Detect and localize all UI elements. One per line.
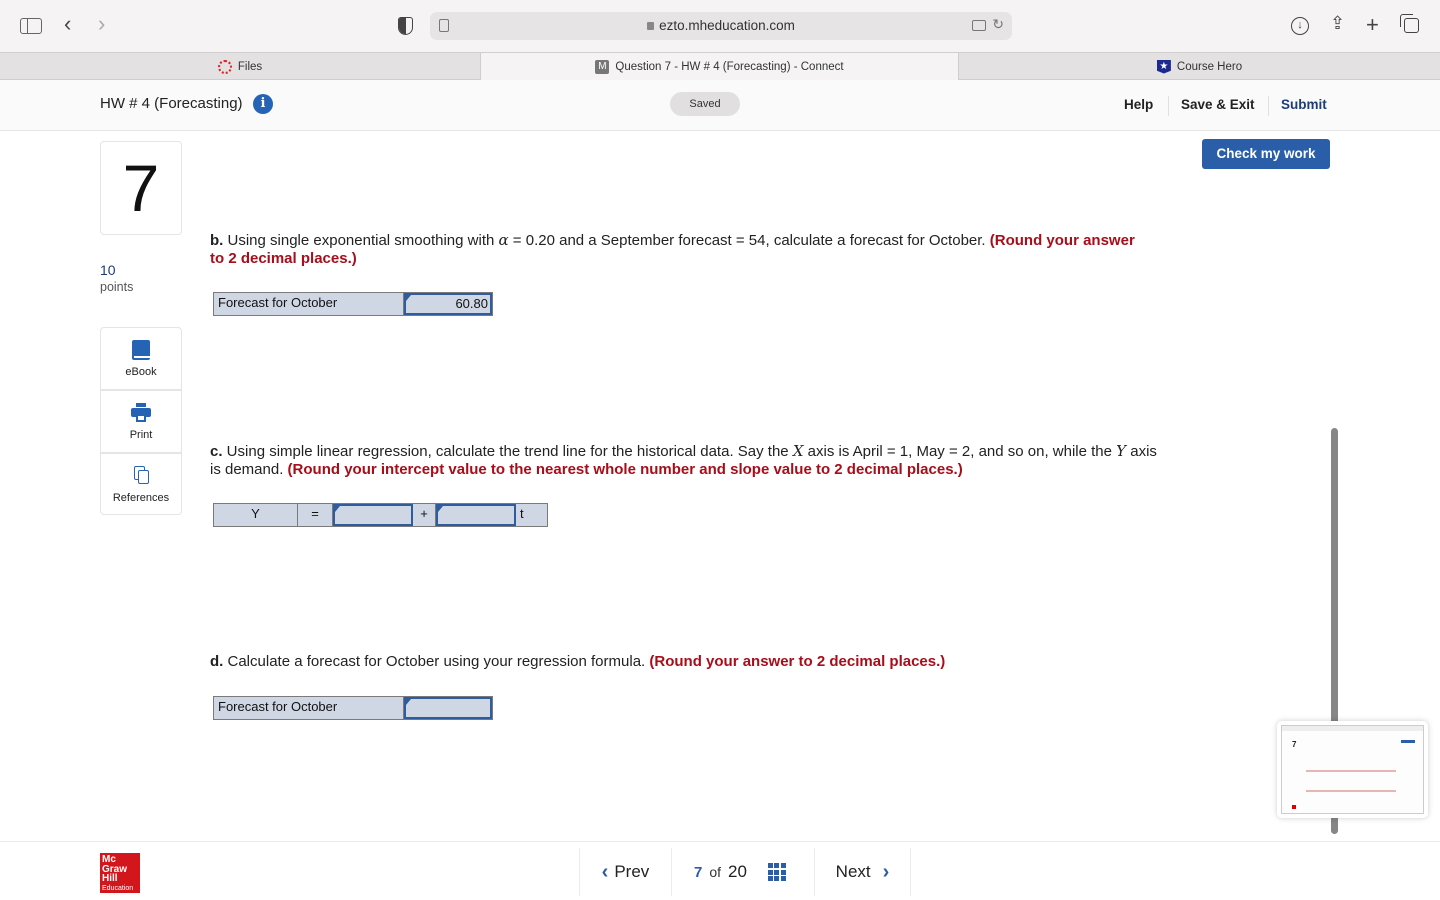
check-my-work-button[interactable]: Check my work xyxy=(1202,139,1330,169)
prompt-text: Using simple linear regression, calculat… xyxy=(222,443,793,460)
chevron-right-icon: › xyxy=(882,860,890,883)
page-preview-thumbnail[interactable]: 7 xyxy=(1277,721,1428,818)
lock-icon xyxy=(647,22,655,30)
files-favicon-icon xyxy=(217,59,232,74)
chevron-left-icon: ‹ xyxy=(601,860,609,883)
forward-arrow-icon[interactable]: › xyxy=(98,12,105,36)
ebook-button[interactable]: eBook xyxy=(100,327,182,390)
ebook-label: eBook xyxy=(125,366,157,378)
references-label: References xyxy=(112,492,170,504)
header-divider xyxy=(1168,96,1169,116)
tab-label: Files xyxy=(237,60,263,73)
y-variable: Y xyxy=(1116,442,1127,460)
coursehero-favicon-icon: ★ xyxy=(1156,59,1171,74)
next-label: Next xyxy=(835,862,871,881)
forecast-october-input[interactable]: 60.80 xyxy=(403,293,492,315)
current-page: 7 xyxy=(694,863,703,881)
prompt-text: Calculate a forecast for October using y… xyxy=(223,653,650,670)
print-button[interactable]: Print xyxy=(100,390,182,453)
save-exit-link[interactable]: Save & Exit xyxy=(1181,97,1255,112)
new-tab-icon[interactable]: + xyxy=(1366,12,1379,38)
next-button[interactable]: Next › xyxy=(814,848,911,896)
url-display[interactable]: ezto.mheducation.com xyxy=(430,18,1012,33)
header-divider xyxy=(1268,96,1269,116)
page-counter[interactable]: 7 of 20 xyxy=(671,848,814,896)
part-b-answer-table: Forecast for October 60.80 xyxy=(213,292,493,316)
regression-forecast-input[interactable] xyxy=(403,697,492,719)
help-link[interactable]: Help xyxy=(1124,97,1153,112)
address-bar[interactable]: ezto.mheducation.com ↻ xyxy=(430,12,1012,40)
equation-t: t xyxy=(520,506,524,521)
equation-plus: + xyxy=(413,504,436,526)
of-label: of xyxy=(709,864,722,880)
tab-course-hero[interactable]: ★ Course Hero xyxy=(959,53,1440,80)
print-label: Print xyxy=(129,429,153,441)
prompt-text: Using single exponential smoothing with xyxy=(223,232,499,249)
tab-label: Course Hero xyxy=(1176,60,1243,73)
thumbnail-content: 7 xyxy=(1281,725,1424,814)
submit-link[interactable]: Submit xyxy=(1281,97,1327,112)
reload-icon[interactable]: ↻ xyxy=(992,16,1004,33)
question-number: 7 xyxy=(100,141,182,235)
references-button[interactable]: References xyxy=(100,453,182,515)
trend-line-equation-table: Y = + t xyxy=(213,503,548,527)
assignment-header: HW # 4 (Forecasting) i Saved Help Save &… xyxy=(0,80,1440,131)
prev-button[interactable]: ‹ Prev xyxy=(579,848,671,896)
mcgraw-hill-logo: Mc Graw Hill Education xyxy=(100,853,140,893)
part-b-prompt: b. Using single exponential smoothing wi… xyxy=(210,231,1150,268)
points-label: points xyxy=(100,280,134,294)
browser-toolbar: ‹ › ezto.mheducation.com ↻ ↓ ⇪ + xyxy=(0,0,1440,52)
tab-overview-icon[interactable] xyxy=(972,20,986,31)
download-icon[interactable]: ↓ xyxy=(1291,17,1309,35)
part-c-prompt: c. Using simple linear regression, calcu… xyxy=(210,442,1160,479)
part-d-answer-table: Forecast for October xyxy=(213,696,493,720)
mheducation-favicon-icon: M xyxy=(595,59,610,74)
footer: Mc Graw Hill Education ‹ Prev 7 of 20 Ne… xyxy=(0,841,1440,900)
alpha-symbol: α xyxy=(498,231,509,249)
tab-label: Question 7 - HW # 4 (Forecasting) - Conn… xyxy=(615,60,844,73)
tab-strip: Files M Question 7 - HW # 4 (Forecasting… xyxy=(0,52,1440,80)
saved-status-badge: Saved xyxy=(670,92,740,116)
rounding-instruction: (Round your intercept value to the neare… xyxy=(287,461,963,478)
prompt-text: = 0.20 and a September forecast = 54, ca… xyxy=(508,232,990,249)
x-variable: X xyxy=(792,442,804,460)
equation-equals: = xyxy=(298,504,333,526)
question-grid-icon[interactable] xyxy=(767,863,786,881)
prompt-text: axis is April = 1, May = 2, and so on, w… xyxy=(803,443,1117,460)
logo-line: Education xyxy=(102,884,134,892)
row-label: Forecast for October xyxy=(214,293,404,315)
rounding-instruction: (Round your answer to 2 decimal places.) xyxy=(649,653,946,670)
part-label: c. xyxy=(210,443,223,460)
share-icon[interactable]: ⇪ xyxy=(1330,13,1345,34)
copies-icon xyxy=(131,466,151,486)
tab-question-7[interactable]: M Question 7 - HW # 4 (Forecasting) - Co… xyxy=(480,53,959,80)
part-label: b. xyxy=(210,232,224,249)
slope-input[interactable] xyxy=(436,504,516,526)
info-icon[interactable]: i xyxy=(253,94,273,114)
book-icon xyxy=(132,340,150,360)
tab-files[interactable]: Files xyxy=(0,53,480,80)
part-d-prompt: d. Calculate a forecast for October usin… xyxy=(210,653,1150,671)
url-text: ezto.mheducation.com xyxy=(659,18,795,33)
printer-icon xyxy=(131,403,151,423)
logo-line: Hill xyxy=(102,873,118,884)
part-label: d. xyxy=(210,653,224,670)
back-arrow-icon[interactable]: ‹ xyxy=(64,12,71,36)
privacy-shield-icon[interactable] xyxy=(398,17,413,35)
question-pager: ‹ Prev 7 of 20 Next › xyxy=(579,848,911,896)
show-all-tabs-icon[interactable] xyxy=(1400,14,1419,33)
total-pages: 20 xyxy=(728,862,747,881)
equation-y: Y xyxy=(214,504,298,526)
prev-label: Prev xyxy=(614,862,650,881)
points-value: 10 xyxy=(100,262,116,278)
intercept-input[interactable] xyxy=(333,504,413,526)
row-label: Forecast for October xyxy=(214,697,404,719)
assignment-title: HW # 4 (Forecasting) xyxy=(100,95,243,112)
sidebar-toggle-icon[interactable] xyxy=(20,18,42,34)
